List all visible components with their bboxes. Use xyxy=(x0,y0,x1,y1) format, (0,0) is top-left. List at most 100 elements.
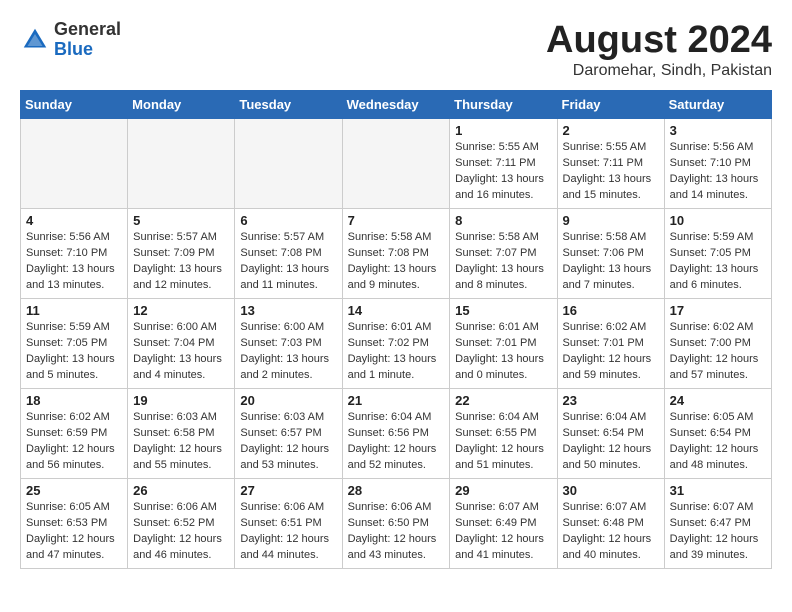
week-row-3: 11Sunrise: 5:59 AMSunset: 7:05 PMDayligh… xyxy=(21,298,772,388)
day-info: Sunrise: 6:07 AMSunset: 6:48 PMDaylight:… xyxy=(563,500,659,564)
calendar-cell: 27 Sunrise: 6:06 AMSunset: 6:51 PMDayligh… xyxy=(235,478,342,568)
day-number: 3 xyxy=(670,123,766,138)
weekday-header-saturday: Saturday xyxy=(664,90,771,118)
day-number: 16 xyxy=(563,303,659,318)
calendar-cell: 23 Sunrise: 6:04 AMSunset: 6:54 PMDayligh… xyxy=(557,388,664,478)
day-info: Sunrise: 6:01 AMSunset: 7:02 PMDaylight:… xyxy=(348,320,445,384)
weekday-header-sunday: Sunday xyxy=(21,90,128,118)
day-number: 13 xyxy=(240,303,336,318)
day-info: Sunrise: 5:56 AMSunset: 7:10 PMDaylight:… xyxy=(670,140,766,204)
calendar-cell: 4 Sunrise: 5:56 AMSunset: 7:10 PMDaylight… xyxy=(21,208,128,298)
calendar-cell: 9 Sunrise: 5:58 AMSunset: 7:06 PMDaylight… xyxy=(557,208,664,298)
location: Daromehar, Sindh, Pakistan xyxy=(546,62,772,80)
day-number: 29 xyxy=(455,483,551,498)
calendar-cell: 26Sunrise: 6:06 AMSunset: 6:52 PMDayligh… xyxy=(128,478,235,568)
week-row-1: 1Sunrise: 5:55 AMSunset: 7:11 PMDaylight… xyxy=(21,118,772,208)
calendar-cell: 29 Sunrise: 6:07 AMSunset: 6:49 PMDayligh… xyxy=(450,478,557,568)
day-info: Sunrise: 6:02 AMSunset: 7:01 PMDaylight:… xyxy=(563,320,659,384)
calendar-cell: 28 Sunrise: 6:06 AMSunset: 6:50 PMDayligh… xyxy=(342,478,450,568)
day-number: 19 xyxy=(133,393,229,408)
calendar-cell: 30 Sunrise: 6:07 AMSunset: 6:48 PMDayligh… xyxy=(557,478,664,568)
calendar-cell: 15 Sunrise: 6:01 AMSunset: 7:01 PMDayligh… xyxy=(450,298,557,388)
calendar-cell xyxy=(235,118,342,208)
day-number: 14 xyxy=(348,303,445,318)
day-info: Sunrise: 5:58 AMSunset: 7:07 PMDaylight:… xyxy=(455,230,551,294)
calendar-cell: 2Sunrise: 5:55 AMSunset: 7:11 PMDaylight… xyxy=(557,118,664,208)
day-info: Sunrise: 6:04 AMSunset: 6:55 PMDaylight:… xyxy=(455,410,551,474)
logo-text: General Blue xyxy=(54,20,121,60)
weekday-header-wednesday: Wednesday xyxy=(342,90,450,118)
day-info: Sunrise: 6:02 AMSunset: 6:59 PMDaylight:… xyxy=(26,410,122,474)
calendar-cell: 12 Sunrise: 6:00 AMSunset: 7:04 PMDayligh… xyxy=(128,298,235,388)
day-info: Sunrise: 6:05 AMSunset: 6:53 PMDaylight:… xyxy=(26,500,122,564)
day-info: Sunrise: 6:03 AMSunset: 6:58 PMDaylight:… xyxy=(133,410,229,474)
day-number: 12 xyxy=(133,303,229,318)
calendar-cell: 17Sunrise: 6:02 AMSunset: 7:00 PMDayligh… xyxy=(664,298,771,388)
week-row-2: 4 Sunrise: 5:56 AMSunset: 7:10 PMDaylight… xyxy=(21,208,772,298)
day-number: 27 xyxy=(240,483,336,498)
calendar-cell: 3 Sunrise: 5:56 AMSunset: 7:10 PMDaylight… xyxy=(664,118,771,208)
weekday-header-thursday: Thursday xyxy=(450,90,557,118)
weekday-header-friday: Friday xyxy=(557,90,664,118)
day-number: 26 xyxy=(133,483,229,498)
calendar-cell: 10Sunrise: 5:59 AMSunset: 7:05 PMDayligh… xyxy=(664,208,771,298)
calendar-cell: 19 Sunrise: 6:03 AMSunset: 6:58 PMDayligh… xyxy=(128,388,235,478)
day-info: Sunrise: 6:04 AMSunset: 6:56 PMDaylight:… xyxy=(348,410,445,474)
calendar-cell: 22Sunrise: 6:04 AMSunset: 6:55 PMDayligh… xyxy=(450,388,557,478)
day-number: 23 xyxy=(563,393,659,408)
day-number: 7 xyxy=(348,213,445,228)
day-number: 24 xyxy=(670,393,766,408)
calendar-cell: 24Sunrise: 6:05 AMSunset: 6:54 PMDayligh… xyxy=(664,388,771,478)
day-info: Sunrise: 6:06 AMSunset: 6:51 PMDaylight:… xyxy=(240,500,336,564)
day-number: 2 xyxy=(563,123,659,138)
day-number: 8 xyxy=(455,213,551,228)
calendar-cell: 25 Sunrise: 6:05 AMSunset: 6:53 PMDayligh… xyxy=(21,478,128,568)
day-info: Sunrise: 6:00 AMSunset: 7:04 PMDaylight:… xyxy=(133,320,229,384)
day-info: Sunrise: 5:57 AMSunset: 7:09 PMDaylight:… xyxy=(133,230,229,294)
calendar-cell: 21 Sunrise: 6:04 AMSunset: 6:56 PMDayligh… xyxy=(342,388,450,478)
day-info: Sunrise: 5:58 AMSunset: 7:08 PMDaylight:… xyxy=(348,230,445,294)
calendar-cell: 16 Sunrise: 6:02 AMSunset: 7:01 PMDayligh… xyxy=(557,298,664,388)
day-number: 15 xyxy=(455,303,551,318)
day-number: 31 xyxy=(670,483,766,498)
day-info: Sunrise: 5:58 AMSunset: 7:06 PMDaylight:… xyxy=(563,230,659,294)
page-header: General Blue August 2024 Daromehar, Sind… xyxy=(20,20,772,80)
day-number: 28 xyxy=(348,483,445,498)
day-number: 9 xyxy=(563,213,659,228)
calendar-cell: 5 Sunrise: 5:57 AMSunset: 7:09 PMDaylight… xyxy=(128,208,235,298)
day-number: 21 xyxy=(348,393,445,408)
weekday-header-monday: Monday xyxy=(128,90,235,118)
week-row-4: 18 Sunrise: 6:02 AMSunset: 6:59 PMDayligh… xyxy=(21,388,772,478)
day-info: Sunrise: 6:07 AMSunset: 6:47 PMDaylight:… xyxy=(670,500,766,564)
day-number: 17 xyxy=(670,303,766,318)
calendar-cell: 6 Sunrise: 5:57 AMSunset: 7:08 PMDaylight… xyxy=(235,208,342,298)
weekday-header-tuesday: Tuesday xyxy=(235,90,342,118)
calendar-cell: 14 Sunrise: 6:01 AMSunset: 7:02 PMDayligh… xyxy=(342,298,450,388)
day-number: 11 xyxy=(26,303,122,318)
day-info: Sunrise: 6:04 AMSunset: 6:54 PMDaylight:… xyxy=(563,410,659,474)
calendar-table: SundayMondayTuesdayWednesdayThursdayFrid… xyxy=(20,90,772,569)
day-info: Sunrise: 6:01 AMSunset: 7:01 PMDaylight:… xyxy=(455,320,551,384)
calendar-cell: 31 Sunrise: 6:07 AMSunset: 6:47 PMDayligh… xyxy=(664,478,771,568)
day-number: 6 xyxy=(240,213,336,228)
logo: General Blue xyxy=(20,20,121,60)
calendar-cell: 20Sunrise: 6:03 AMSunset: 6:57 PMDayligh… xyxy=(235,388,342,478)
day-number: 18 xyxy=(26,393,122,408)
calendar-cell xyxy=(128,118,235,208)
calendar-cell: 8 Sunrise: 5:58 AMSunset: 7:07 PMDaylight… xyxy=(450,208,557,298)
day-number: 5 xyxy=(133,213,229,228)
day-info: Sunrise: 5:56 AMSunset: 7:10 PMDaylight:… xyxy=(26,230,122,294)
day-info: Sunrise: 6:06 AMSunset: 6:50 PMDaylight:… xyxy=(348,500,445,564)
day-number: 25 xyxy=(26,483,122,498)
day-info: Sunrise: 6:03 AMSunset: 6:57 PMDaylight:… xyxy=(240,410,336,474)
calendar-cell: 11Sunrise: 5:59 AMSunset: 7:05 PMDayligh… xyxy=(21,298,128,388)
day-number: 30 xyxy=(563,483,659,498)
title-block: August 2024 Daromehar, Sindh, Pakistan xyxy=(546,20,772,80)
calendar-cell xyxy=(21,118,128,208)
week-row-5: 25 Sunrise: 6:05 AMSunset: 6:53 PMDayligh… xyxy=(21,478,772,568)
day-info: Sunrise: 6:07 AMSunset: 6:49 PMDaylight:… xyxy=(455,500,551,564)
day-info: Sunrise: 5:57 AMSunset: 7:08 PMDaylight:… xyxy=(240,230,336,294)
calendar-cell: 1Sunrise: 5:55 AMSunset: 7:11 PMDaylight… xyxy=(450,118,557,208)
month-title: August 2024 xyxy=(546,20,772,62)
day-number: 4 xyxy=(26,213,122,228)
